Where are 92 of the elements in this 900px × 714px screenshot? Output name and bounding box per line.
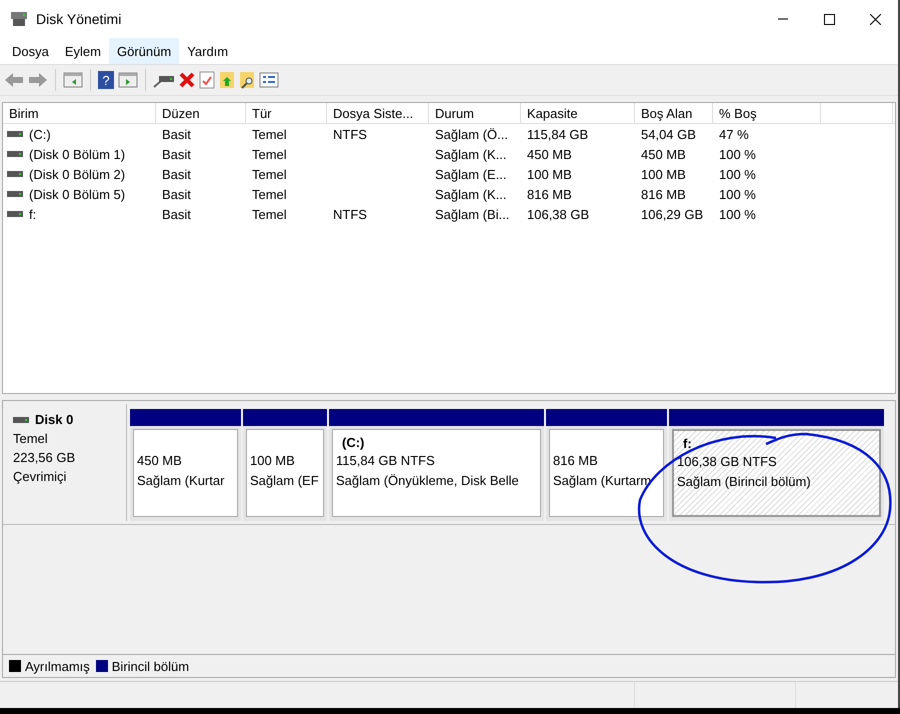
table-cell: Basit [162, 126, 191, 142]
partition-size: 115,84 GB NTFS [336, 452, 436, 470]
column-header[interactable]: Düzen [156, 103, 246, 123]
partition-size: 100 MB [250, 452, 296, 470]
partition-size: 106,38 GB NTFS [677, 453, 778, 471]
column-header[interactable]: % Boş [713, 103, 821, 123]
drive-icon [7, 150, 23, 158]
maximize-icon [824, 14, 834, 24]
column-header[interactable]: Birim [3, 103, 156, 123]
table-cell: 100 % [719, 206, 756, 222]
table-cell: 106,38 GB [527, 206, 590, 222]
table-cell: 816 MB [641, 186, 686, 202]
partition-label: f: [682, 436, 693, 452]
partition-status: Sağlam (EF [250, 472, 320, 490]
table-cell: 106,29 GB [641, 206, 704, 222]
column-header[interactable]: Dosya Siste... [327, 103, 429, 123]
disk-type: Temel [13, 430, 49, 448]
table-cell: Temel [252, 126, 287, 142]
table-cell: Temel [252, 146, 287, 162]
drive-icon [7, 130, 23, 138]
pane-icon[interactable] [63, 72, 83, 88]
delete-icon[interactable] [179, 72, 195, 88]
partition-status: Sağlam (Birincil bölüm) [677, 473, 812, 491]
pane-icon[interactable] [118, 72, 138, 88]
table-cell: 115,84 GB [527, 126, 588, 142]
back-arrow-icon[interactable] [4, 72, 24, 88]
partition-block[interactable]: 450 MB Sağlam (Kurtar [130, 409, 241, 521]
checklist-page-icon[interactable] [199, 71, 215, 89]
table-cell: 816 MB [527, 186, 572, 202]
partition-block[interactable]: f: 106,38 GB NTFS Sağlam (Birincil bölüm) [669, 409, 884, 521]
disk-management-icon [10, 11, 28, 27]
menu-item[interactable]: Eylem [56, 38, 109, 64]
folder-search-icon[interactable] [239, 71, 255, 89]
table-cell: Sağlam (K... [435, 186, 507, 202]
window-title: Disk Yönetimi [36, 11, 122, 27]
table-cell: 450 MB [641, 146, 686, 162]
table-cell: NTFS [333, 126, 367, 142]
table-cell: 54,04 GB [641, 126, 696, 142]
table-cell: Sağlam (Bi... [435, 206, 510, 222]
table-cell: Sağlam (Ö... [435, 126, 508, 142]
table-cell: Temel [252, 206, 287, 222]
table-cell: f: [29, 206, 36, 222]
table-cell: Basit [162, 166, 191, 182]
table-cell: Temel [252, 166, 287, 182]
drive-icon [7, 190, 23, 198]
column-header[interactable]: Boş Alan [635, 103, 713, 123]
table-cell: 47 % [719, 126, 749, 142]
disk-status: Çevrimiçi [13, 468, 68, 486]
table-cell: Temel [252, 186, 287, 202]
menu-item[interactable]: Yardım [179, 38, 236, 64]
menu-item[interactable]: Dosya [4, 38, 57, 64]
table-cell: (Disk 0 Bölüm 5) [29, 186, 126, 202]
column-header[interactable]: Kapasite [521, 103, 635, 123]
column-header[interactable]: Durum [429, 103, 521, 123]
close-icon [870, 14, 880, 24]
table-cell: (Disk 0 Bölüm 2) [29, 166, 126, 182]
partition-size: 816 MB [553, 452, 599, 470]
table-cell: Basit [162, 186, 191, 202]
table-cell: 450 MB [527, 146, 572, 162]
table-cell: Basit [162, 146, 191, 162]
list-icon[interactable] [259, 72, 279, 88]
table-cell: 100 % [719, 186, 756, 202]
help-icon[interactable]: ? [98, 71, 114, 89]
partition-status: Sağlam (Kurtarm [553, 472, 652, 490]
folder-up-icon[interactable] [219, 71, 235, 89]
drive-icon [7, 210, 23, 218]
table-cell: 100 % [719, 166, 756, 182]
forward-arrow-icon[interactable] [28, 72, 48, 88]
partition-label: (C:) [341, 435, 366, 451]
drive-icon [7, 170, 23, 178]
partition-status: Sağlam (Kurtar [137, 472, 226, 490]
partition-block[interactable]: 100 MB Sağlam (EF [243, 409, 327, 521]
legend-label: Birincil bölüm [112, 658, 190, 674]
disk-size: 223,56 GB [13, 449, 76, 467]
table-cell: 100 MB [641, 166, 686, 182]
column-header[interactable]: Tür [246, 103, 327, 123]
table-cell: NTFS [333, 206, 367, 222]
menu-item[interactable]: Görünüm [108, 38, 180, 64]
partition-block[interactable]: 816 MB Sağlam (Kurtarm [546, 409, 667, 521]
table-cell: 100 MB [527, 166, 572, 182]
table-cell: Sağlam (K... [435, 146, 507, 162]
partition-block[interactable]: (C:) 115,84 GB NTFS Sağlam (Önyükleme, Disk Belle [329, 409, 544, 521]
table-cell: 100 % [719, 146, 756, 162]
table-cell: Sağlam (E... [435, 166, 507, 182]
table-cell: (C:) [29, 126, 51, 142]
drive-icon [13, 416, 29, 424]
partition-size: 450 MB [137, 452, 183, 470]
partition-status: Sağlam (Önyükleme, Disk Belle [336, 472, 520, 490]
legend-label: Ayrılmamış [25, 658, 90, 674]
disk-name: Disk 0 [35, 411, 74, 429]
table-cell: (Disk 0 Bölüm 1) [29, 146, 126, 162]
table-cell: Basit [162, 206, 191, 222]
